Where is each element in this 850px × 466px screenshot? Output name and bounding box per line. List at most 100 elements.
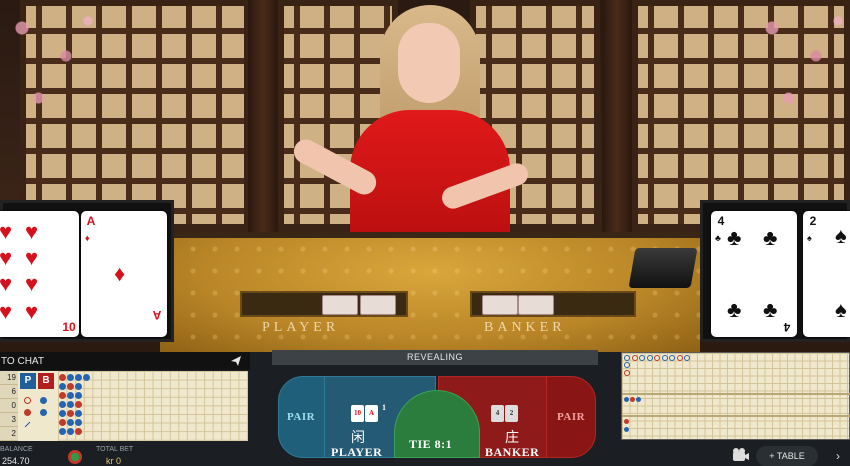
bead [75,419,82,426]
player-pair-bet[interactable]: PAIR [278,376,328,458]
road-mark [624,419,629,424]
road-mark [624,355,630,361]
stat-value: 0 [0,399,18,413]
club-icon: ♣ [763,225,778,250]
chat-input-bar[interactable]: TO CHAT [0,352,250,370]
road-mark [40,409,47,416]
banker-card-2: 2 ♠ ♠ ♠ [803,211,850,337]
player-chinese-label: 闲 [351,431,365,446]
road-mark [677,355,683,361]
total-bet-value: kr 0 [106,456,122,466]
road-mark [669,355,675,361]
card-rank: A [152,308,162,322]
stats-column: 19 6 0 3 2 [0,371,18,441]
send-icon[interactable] [230,355,242,367]
heart-icon: ♥ [0,299,13,324]
bead [67,383,74,390]
balance-value: 254.70 [2,456,30,466]
bead [75,410,82,417]
road-mark [654,355,660,361]
stat-value: 19 [0,371,18,385]
diamond-icon: ♦ [85,233,90,243]
bead [67,392,74,399]
club-icon: ♣ [763,297,778,322]
player-predict-button[interactable]: P [20,373,36,389]
bead [59,392,66,399]
card-rank: A [86,214,96,228]
banker-chinese-label: 庄 [505,431,519,446]
bead [67,374,74,381]
banker-label: BANKER [485,445,540,459]
road-mark [647,355,653,361]
pillar [602,0,632,240]
banker-cards-panel: 4 ♣ ♣ ♣ ♣ ♣ 4 2 ♠ ♠ ♠ [700,200,850,342]
dealt-card [482,295,518,315]
more-button[interactable]: › [826,446,850,466]
bead [75,401,82,408]
bead [67,419,74,426]
heart-icon: ♥ [0,219,13,244]
cherry-blossom [750,0,850,140]
player-pair-label: PAIR [287,411,316,423]
bead [59,410,66,417]
heart-icon: ♥ [25,271,39,296]
bead [59,419,66,426]
road-mark [24,397,31,404]
heart-icon: ♥ [25,219,39,244]
big-road-panel [621,352,850,440]
table-banker-label: BANKER [484,320,566,335]
road-mark [632,355,638,361]
chat-placeholder: TO CHAT [1,355,44,367]
stat-value: 6 [0,385,18,399]
dealt-card [360,295,396,315]
road-mark [40,397,47,404]
dealt-card [518,295,554,315]
balance-label: BALANCE [0,446,33,453]
stat-value: 2 [0,427,18,441]
heart-icon: ♥ [0,245,13,270]
banker-card-1: 4 ♣ ♣ ♣ ♣ ♣ 4 [711,211,797,337]
card-rank: 4 [783,320,791,334]
diamond-icon: ♦ [114,261,126,286]
card-rank: 4 [717,214,725,228]
table-player-label: PLAYER [262,320,340,335]
result-card: 2 [505,405,518,422]
road-mark [624,370,630,376]
bead [59,374,66,381]
road-mark [624,362,630,368]
road-divider [622,393,850,395]
club-icon: ♣ [727,225,742,250]
player-card-2: A ♦ ♦ A [81,211,167,337]
spade-icon: ♠ [835,223,847,248]
card-rank: 10 [62,320,76,334]
banker-pair-bet[interactable]: PAIR [546,376,596,458]
chips-icon [68,450,82,464]
road-mark [636,397,641,402]
bead [75,374,82,381]
road-mark [684,355,690,361]
bead [67,401,74,408]
bead-road-grid [58,371,248,441]
player-score: 1 [382,403,386,412]
road-mark [24,421,31,428]
video-settings-icon[interactable] [728,446,752,466]
result-card: 10 [351,405,364,422]
bead [75,392,82,399]
player-label: PLAYER [331,445,383,459]
bead [59,428,66,435]
road-mark [630,397,635,402]
road-divider [622,415,850,417]
road-mark [624,427,629,432]
club-icon: ♣ [715,233,721,243]
card-shoe [628,248,698,288]
bead [59,401,66,408]
bead [67,410,74,417]
bead-road-panel: 19 6 0 3 2 P B [0,371,248,441]
cherry-blossom [0,0,110,140]
add-table-button[interactable]: + TABLE [756,446,818,466]
result-card: A [365,405,378,422]
dealt-card [322,295,358,315]
spade-icon: ♠ [835,297,847,322]
road-mark [662,355,668,361]
banker-predict-button[interactable]: B [38,373,54,389]
